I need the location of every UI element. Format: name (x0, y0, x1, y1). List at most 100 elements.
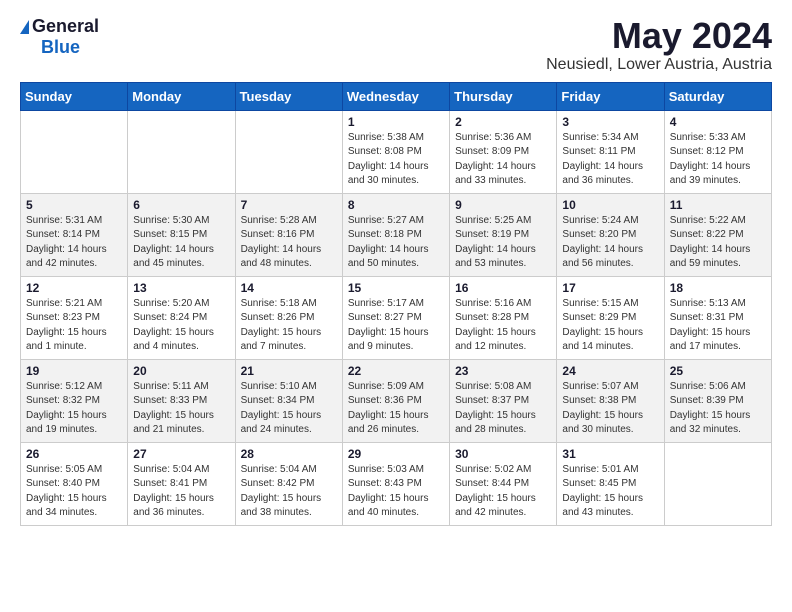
day-number: 11 (670, 198, 766, 212)
day-info: Sunrise: 5:04 AM Sunset: 8:42 PM Dayligh… (241, 463, 337, 521)
calendar-header-wednesday: Wednesday (342, 82, 449, 110)
calendar-cell (235, 110, 342, 193)
day-info: Sunrise: 5:22 AM Sunset: 8:22 PM Dayligh… (670, 214, 766, 272)
day-info: Sunrise: 5:16 AM Sunset: 8:28 PM Dayligh… (455, 297, 551, 355)
calendar-header-thursday: Thursday (450, 82, 557, 110)
day-info: Sunrise: 5:31 AM Sunset: 8:14 PM Dayligh… (26, 214, 122, 272)
day-number: 10 (562, 198, 658, 212)
calendar-cell: 9 Sunrise: 5:25 AM Sunset: 8:19 PM Daylig… (450, 193, 557, 276)
calendar-cell (664, 442, 771, 525)
day-number: 9 (455, 198, 551, 212)
logo: General Blue (20, 16, 99, 58)
calendar-week-row: 5 Sunrise: 5:31 AM Sunset: 8:14 PM Daylig… (21, 193, 772, 276)
day-info: Sunrise: 5:25 AM Sunset: 8:19 PM Dayligh… (455, 214, 551, 272)
day-number: 30 (455, 447, 551, 461)
calendar-header-saturday: Saturday (664, 82, 771, 110)
day-number: 20 (133, 364, 229, 378)
calendar-cell: 18 Sunrise: 5:13 AM Sunset: 8:31 PM Dayli… (664, 276, 771, 359)
day-info: Sunrise: 5:33 AM Sunset: 8:12 PM Dayligh… (670, 131, 766, 189)
day-info: Sunrise: 5:08 AM Sunset: 8:37 PM Dayligh… (455, 380, 551, 438)
day-number: 8 (348, 198, 444, 212)
calendar-cell: 10 Sunrise: 5:24 AM Sunset: 8:20 PM Dayli… (557, 193, 664, 276)
day-info: Sunrise: 5:12 AM Sunset: 8:32 PM Dayligh… (26, 380, 122, 438)
calendar-cell: 20 Sunrise: 5:11 AM Sunset: 8:33 PM Dayli… (128, 359, 235, 442)
day-number: 15 (348, 281, 444, 295)
calendar-cell: 5 Sunrise: 5:31 AM Sunset: 8:14 PM Daylig… (21, 193, 128, 276)
day-number: 22 (348, 364, 444, 378)
day-info: Sunrise: 5:21 AM Sunset: 8:23 PM Dayligh… (26, 297, 122, 355)
calendar-cell: 15 Sunrise: 5:17 AM Sunset: 8:27 PM Dayli… (342, 276, 449, 359)
calendar-cell: 22 Sunrise: 5:09 AM Sunset: 8:36 PM Dayli… (342, 359, 449, 442)
calendar-cell (21, 110, 128, 193)
day-number: 26 (26, 447, 122, 461)
calendar-cell: 7Sunrise: 5:28 AM Sunset: 8:16 PM Daylig… (235, 193, 342, 276)
calendar-week-row: 1 Sunrise: 5:38 AM Sunset: 8:08 PM Daylig… (21, 110, 772, 193)
location-title: Neusiedl, Lower Austria, Austria (546, 56, 772, 74)
day-number: 5 (26, 198, 122, 212)
day-number: 28 (241, 447, 337, 461)
calendar-header-tuesday: Tuesday (235, 82, 342, 110)
day-info: Sunrise: 5:38 AM Sunset: 8:08 PM Dayligh… (348, 131, 444, 189)
calendar-cell: 4 Sunrise: 5:33 AM Sunset: 8:12 PM Daylig… (664, 110, 771, 193)
calendar-cell: 23 Sunrise: 5:08 AM Sunset: 8:37 PM Dayli… (450, 359, 557, 442)
day-info: Sunrise: 5:03 AM Sunset: 8:43 PM Dayligh… (348, 463, 444, 521)
day-info: Sunrise: 5:27 AM Sunset: 8:18 PM Dayligh… (348, 214, 444, 272)
day-number: 31 (562, 447, 658, 461)
day-info: Sunrise: 5:36 AM Sunset: 8:09 PM Dayligh… (455, 131, 551, 189)
day-info: Sunrise: 5:04 AM Sunset: 8:41 PM Dayligh… (133, 463, 229, 521)
day-number: 4 (670, 115, 766, 129)
day-number: 6 (133, 198, 229, 212)
day-number: 18 (670, 281, 766, 295)
day-info: Sunrise: 5:17 AM Sunset: 8:27 PM Dayligh… (348, 297, 444, 355)
day-number: 23 (455, 364, 551, 378)
calendar-cell (128, 110, 235, 193)
calendar-cell: 14Sunrise: 5:18 AM Sunset: 8:26 PM Dayli… (235, 276, 342, 359)
calendar-cell: 29 Sunrise: 5:03 AM Sunset: 8:43 PM Dayli… (342, 442, 449, 525)
calendar-cell: 24 Sunrise: 5:07 AM Sunset: 8:38 PM Dayli… (557, 359, 664, 442)
day-info: Sunrise: 5:06 AM Sunset: 8:39 PM Dayligh… (670, 380, 766, 438)
calendar-cell: 19 Sunrise: 5:12 AM Sunset: 8:32 PM Dayli… (21, 359, 128, 442)
calendar-cell: 21 Sunrise: 5:10 AM Sunset: 8:34 PM Dayli… (235, 359, 342, 442)
calendar-cell: 17 Sunrise: 5:15 AM Sunset: 8:29 PM Dayli… (557, 276, 664, 359)
day-number: 7 (241, 198, 337, 212)
day-number: 27 (133, 447, 229, 461)
day-info: Sunrise: 5:24 AM Sunset: 8:20 PM Dayligh… (562, 214, 658, 272)
day-info: Sunrise: 5:02 AM Sunset: 8:44 PM Dayligh… (455, 463, 551, 521)
calendar-week-row: 19 Sunrise: 5:12 AM Sunset: 8:32 PM Dayli… (21, 359, 772, 442)
calendar-cell: 25 Sunrise: 5:06 AM Sunset: 8:39 PM Dayli… (664, 359, 771, 442)
calendar-cell: 13 Sunrise: 5:20 AM Sunset: 8:24 PM Dayli… (128, 276, 235, 359)
calendar-cell: 26 Sunrise: 5:05 AM Sunset: 8:40 PM Dayli… (21, 442, 128, 525)
calendar-table: SundayMondayTuesdayWednesdayThursdayFrid… (20, 82, 772, 526)
day-number: 13 (133, 281, 229, 295)
day-number: 12 (26, 281, 122, 295)
calendar-cell: 27 Sunrise: 5:04 AM Sunset: 8:41 PM Dayli… (128, 442, 235, 525)
month-title: May 2024 (546, 16, 772, 56)
day-info: Sunrise: 5:20 AM Sunset: 8:24 PM Dayligh… (133, 297, 229, 355)
day-number: 29 (348, 447, 444, 461)
day-info: Sunrise: 5:09 AM Sunset: 8:36 PM Dayligh… (348, 380, 444, 438)
day-number: 1 (348, 115, 444, 129)
logo-blue: Blue (41, 37, 80, 58)
day-info: Sunrise: 5:11 AM Sunset: 8:33 PM Dayligh… (133, 380, 229, 438)
day-info: Sunrise: 5:13 AM Sunset: 8:31 PM Dayligh… (670, 297, 766, 355)
calendar-cell: 8 Sunrise: 5:27 AM Sunset: 8:18 PM Daylig… (342, 193, 449, 276)
day-number: 21 (241, 364, 337, 378)
day-number: 17 (562, 281, 658, 295)
calendar-cell: 12 Sunrise: 5:21 AM Sunset: 8:23 PM Dayli… (21, 276, 128, 359)
calendar-cell: 28 Sunrise: 5:04 AM Sunset: 8:42 PM Dayli… (235, 442, 342, 525)
title-section: May 2024 Neusiedl, Lower Austria, Austri… (546, 16, 772, 74)
calendar-header-sunday: Sunday (21, 82, 128, 110)
calendar-cell: 3Sunrise: 5:34 AM Sunset: 8:11 PM Daylig… (557, 110, 664, 193)
day-info: Sunrise: 5:15 AM Sunset: 8:29 PM Dayligh… (562, 297, 658, 355)
calendar-cell: 31Sunrise: 5:01 AM Sunset: 8:45 PM Dayli… (557, 442, 664, 525)
day-info: Sunrise: 5:05 AM Sunset: 8:40 PM Dayligh… (26, 463, 122, 521)
calendar-cell: 30 Sunrise: 5:02 AM Sunset: 8:44 PM Dayli… (450, 442, 557, 525)
day-info: Sunrise: 5:18 AM Sunset: 8:26 PM Dayligh… (241, 297, 337, 355)
day-info: Sunrise: 5:07 AM Sunset: 8:38 PM Dayligh… (562, 380, 658, 438)
day-info: Sunrise: 5:30 AM Sunset: 8:15 PM Dayligh… (133, 214, 229, 272)
day-info: Sunrise: 5:10 AM Sunset: 8:34 PM Dayligh… (241, 380, 337, 438)
calendar-header-monday: Monday (128, 82, 235, 110)
day-number: 19 (26, 364, 122, 378)
day-number: 24 (562, 364, 658, 378)
day-number: 25 (670, 364, 766, 378)
